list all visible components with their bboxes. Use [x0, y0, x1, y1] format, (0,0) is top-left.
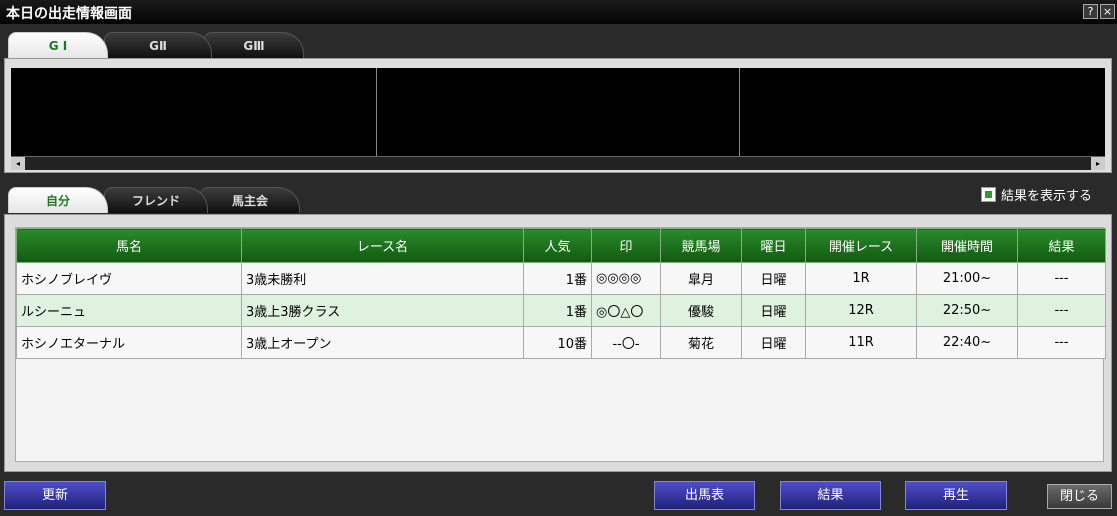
table-row[interactable]: ルシーニュ 3歳上3勝クラス 1番 ◎〇△〇 優駿 日曜 12R 22:50~ … [16, 294, 1106, 327]
tab-grade-3[interactable]: GⅢ [204, 32, 304, 58]
refresh-button[interactable]: 更新 [4, 481, 106, 510]
col-result[interactable]: 結果 [1017, 228, 1106, 263]
tab-grade-1[interactable]: G I [8, 32, 108, 58]
tab-self[interactable]: 自分 [8, 187, 108, 213]
col-popularity[interactable]: 人気 [523, 228, 592, 263]
result: --- [1017, 294, 1106, 327]
popularity: 1番 [523, 294, 592, 327]
grade-race-slot[interactable] [377, 68, 740, 156]
weekday: 日曜 [741, 294, 806, 327]
grade-race-slot[interactable] [11, 68, 377, 156]
tab-friends[interactable]: フレンド [104, 187, 208, 213]
grade-race-panel: ◂ ▸ [4, 58, 1112, 173]
result: --- [1017, 326, 1106, 359]
marks: ◎〇△〇 [591, 294, 661, 327]
show-results-toggle[interactable]: 結果を表示する [981, 185, 1093, 204]
entries-table: 馬名 レース名 人気 印 競馬場 曜日 開催レース 開催時間 結果 ホシノブレイ… [16, 228, 1106, 359]
help-icon[interactable]: ? [1083, 4, 1098, 19]
check-mark-icon [985, 190, 992, 198]
close-button[interactable]: 閉じる [1047, 484, 1112, 509]
show-results-checkbox[interactable] [981, 186, 996, 202]
show-results-label: 結果を表示する [1001, 188, 1093, 204]
start-time: 21:00~ [916, 262, 1018, 295]
entries-table-area: 馬名 レース名 人気 印 競馬場 曜日 開催レース 開催時間 結果 ホシノブレイ… [15, 227, 1106, 462]
scroll-left-icon[interactable]: ◂ [11, 157, 25, 170]
grade-scrollbar[interactable]: ◂ ▸ [11, 156, 1105, 170]
tab-owners-club[interactable]: 馬主会 [200, 187, 300, 213]
tab-grade-2[interactable]: GⅡ [104, 32, 212, 58]
marks: ◎◎◎◎ [591, 262, 661, 295]
table-header-row: 馬名 レース名 人気 印 競馬場 曜日 開催レース 開催時間 結果 [16, 228, 1106, 263]
weekday: 日曜 [741, 326, 806, 359]
race-number: 12R [805, 294, 917, 327]
result: --- [1017, 262, 1106, 295]
entries-panel: 馬名 レース名 人気 印 競馬場 曜日 開催レース 開催時間 結果 ホシノブレイ… [4, 214, 1112, 472]
marks: --〇- [591, 326, 661, 359]
racecourse: 菊花 [660, 326, 742, 359]
race-name: 3歳上オープン [241, 326, 524, 359]
horse-name: ホシノエターナル [16, 326, 242, 359]
race-number: 11R [805, 326, 917, 359]
start-time: 22:40~ [916, 326, 1018, 359]
racecourse: 優駿 [660, 294, 742, 327]
col-marks[interactable]: 印 [591, 228, 661, 263]
replay-button[interactable]: 再生 [905, 481, 1007, 510]
race-card-button[interactable]: 出馬表 [654, 481, 755, 510]
horse-name: ホシノブレイヴ [16, 262, 242, 295]
col-race-number[interactable]: 開催レース [805, 228, 917, 263]
title-bar: 本日の出走情報画面 ? × [0, 0, 1117, 24]
weekday: 日曜 [741, 262, 806, 295]
horse-name: ルシーニュ [16, 294, 242, 327]
race-name: 3歳未勝利 [241, 262, 524, 295]
owner-tabs: 馬主会 フレンド 自分 [8, 187, 308, 213]
col-start-time[interactable]: 開催時間 [916, 228, 1018, 263]
grade-tabs: GⅢ GⅡ G I [8, 32, 308, 58]
racecourse: 皐月 [660, 262, 742, 295]
popularity: 10番 [523, 326, 592, 359]
grade-race-list [11, 68, 1105, 156]
scroll-right-icon[interactable]: ▸ [1091, 157, 1105, 170]
results-button[interactable]: 結果 [780, 481, 881, 510]
grade-race-slot[interactable] [740, 68, 1105, 156]
start-time: 22:50~ [916, 294, 1018, 327]
table-row[interactable]: ホシノブレイヴ 3歳未勝利 1番 ◎◎◎◎ 皐月 日曜 1R 21:00~ --… [16, 262, 1106, 295]
col-horse-name[interactable]: 馬名 [16, 228, 242, 263]
col-racecourse[interactable]: 競馬場 [660, 228, 742, 263]
close-icon[interactable]: × [1100, 4, 1115, 19]
race-number: 1R [805, 262, 917, 295]
col-race-name[interactable]: レース名 [241, 228, 524, 263]
window-title: 本日の出走情報画面 [6, 6, 132, 22]
popularity: 1番 [523, 262, 592, 295]
col-weekday[interactable]: 曜日 [741, 228, 806, 263]
race-name: 3歳上3勝クラス [241, 294, 524, 327]
table-row[interactable]: ホシノエターナル 3歳上オープン 10番 --〇- 菊花 日曜 11R 22:4… [16, 326, 1106, 359]
